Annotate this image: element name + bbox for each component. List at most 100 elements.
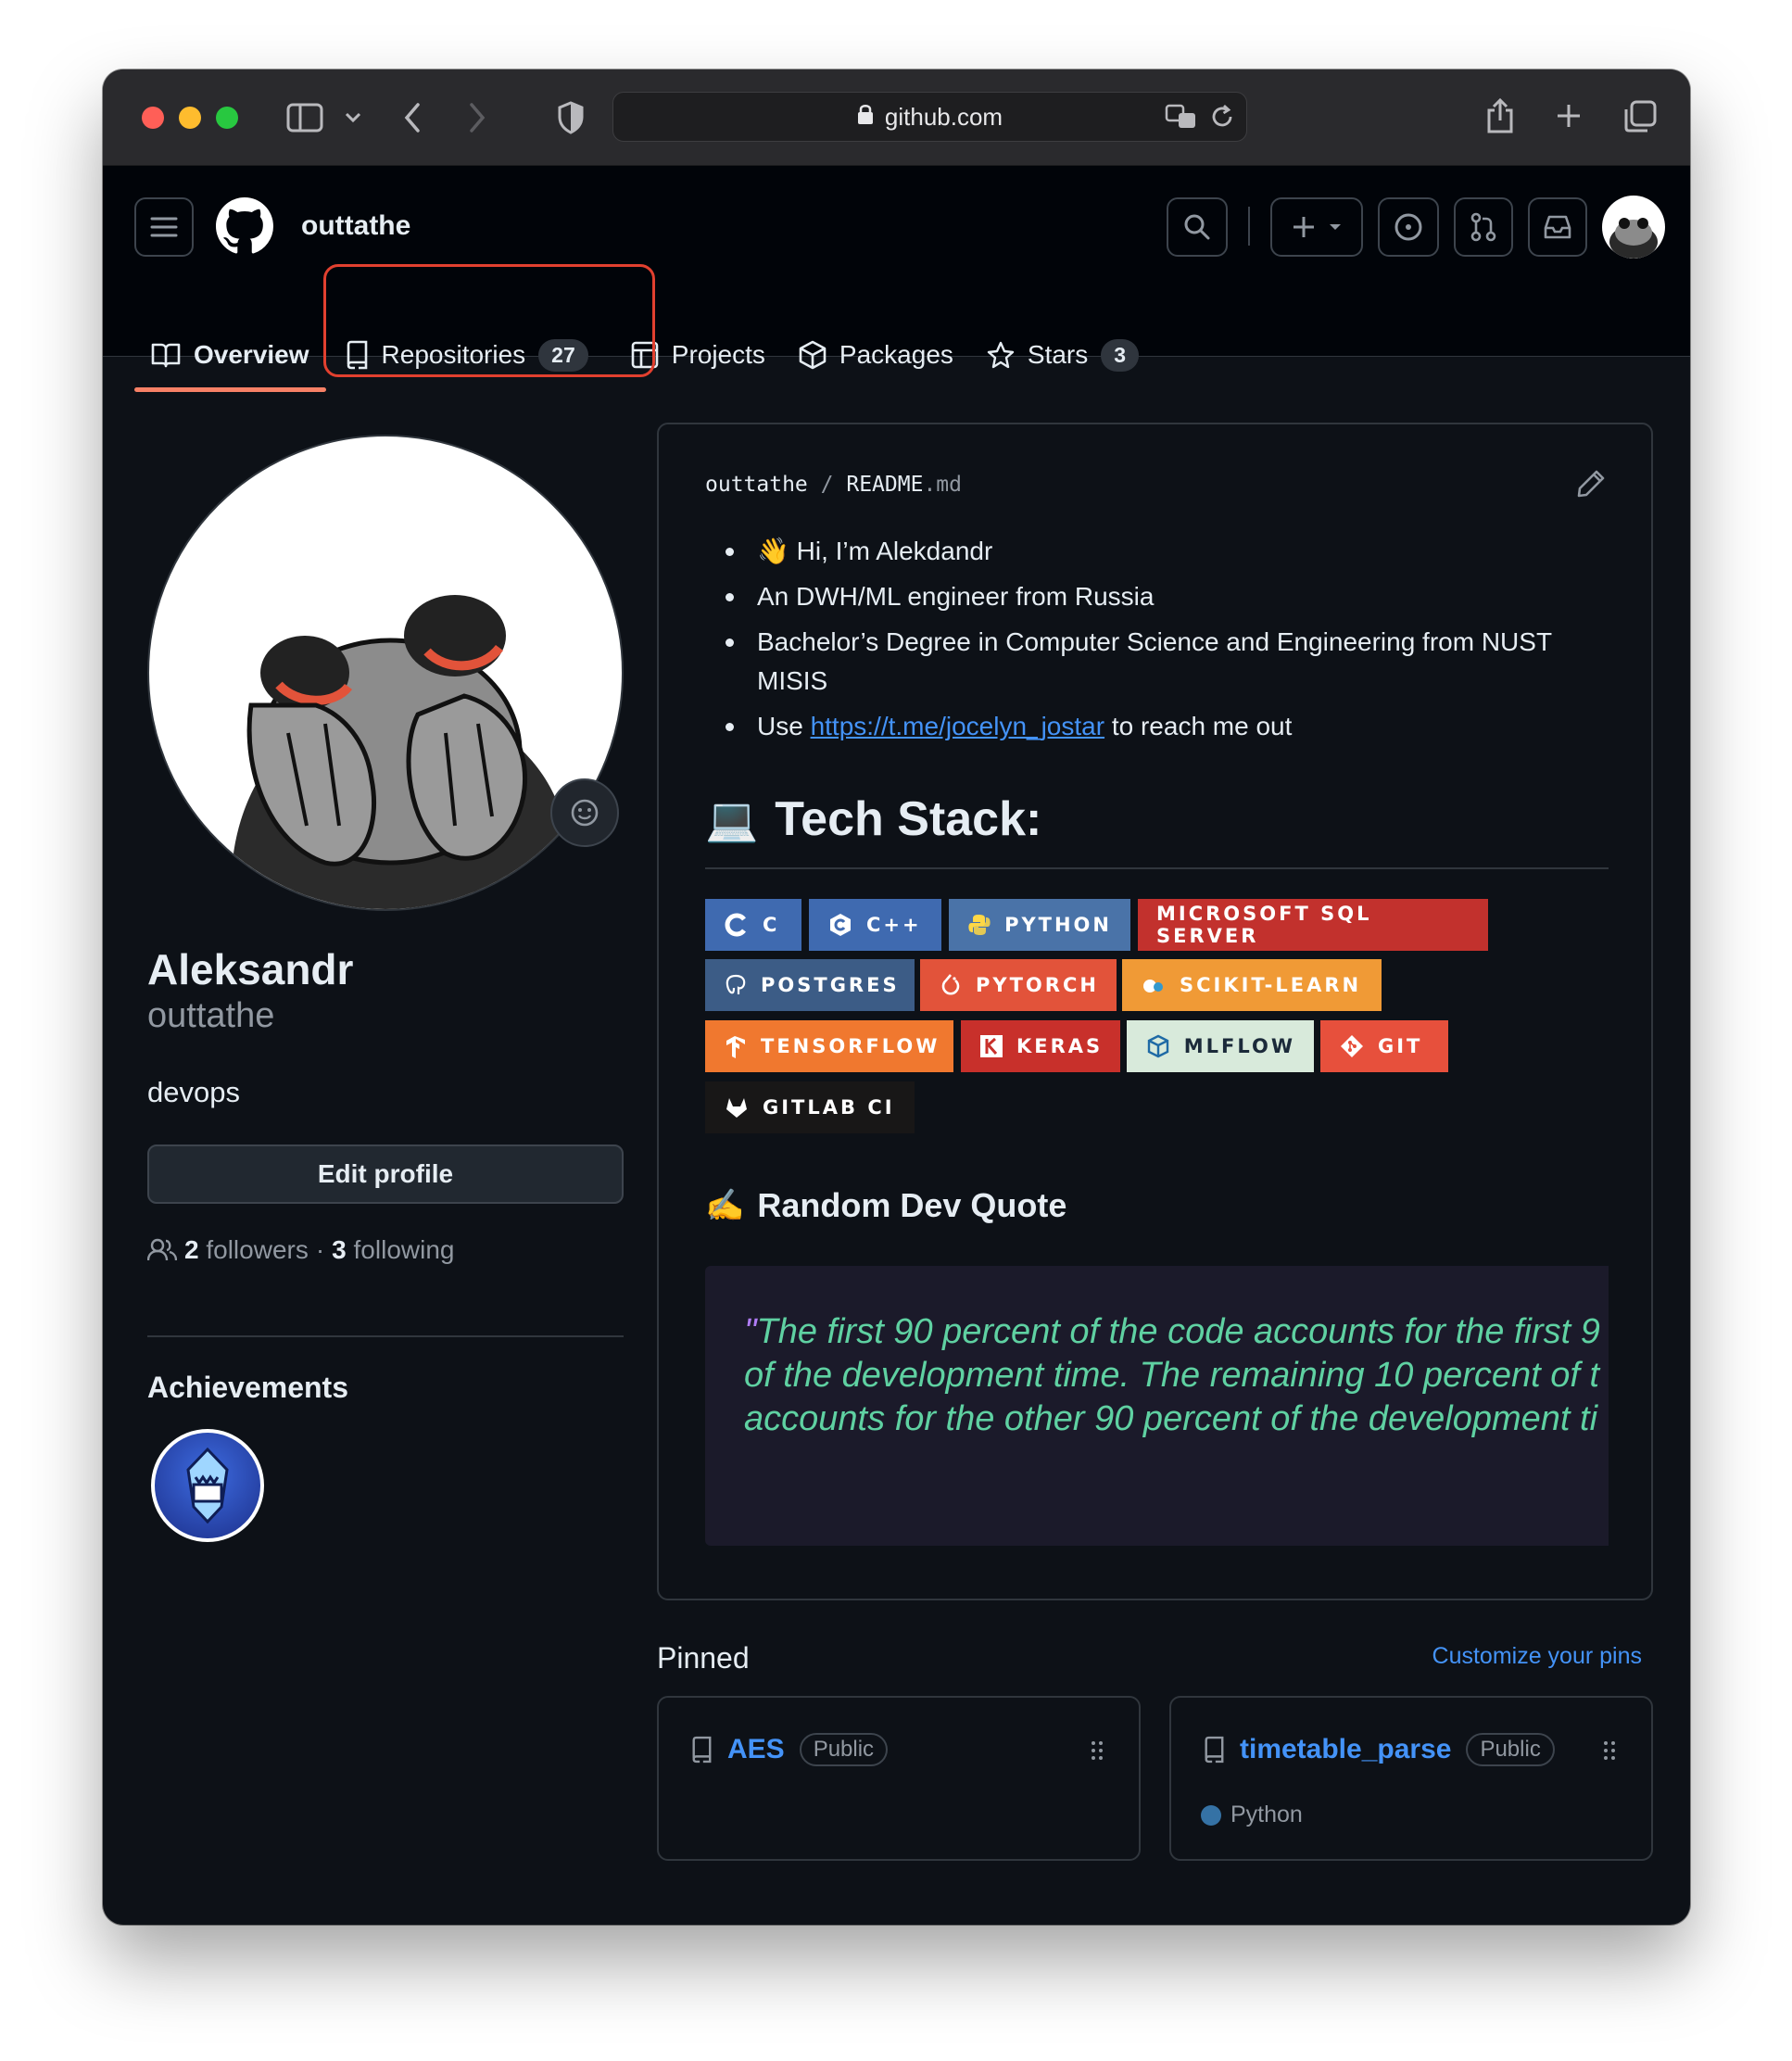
badge-python[interactable]: PYTHON	[949, 899, 1130, 951]
badge-label: GIT	[1378, 1035, 1423, 1057]
quote-body: The first 90 percent of the code account…	[744, 1312, 1600, 1438]
visibility-badge: Public	[1466, 1733, 1555, 1766]
quote-heading-title: Random Dev Quote	[757, 1186, 1067, 1224]
badge-mlflow[interactable]: MLFLOW	[1127, 1020, 1314, 1072]
badge-c[interactable]: C	[705, 899, 801, 951]
tab-packages-label: Packages	[839, 340, 953, 369]
badge-label: POSTGRES	[761, 974, 900, 996]
badge-pytorch[interactable]: PYTORCH	[920, 959, 1117, 1011]
pinned-title: Pinned	[657, 1641, 750, 1675]
c-logo-icon	[724, 912, 750, 938]
quote-heading: ✍️ Random Dev Quote	[705, 1186, 1066, 1225]
badge-mssql[interactable]: MICROSOFT SQL SERVER	[1138, 899, 1488, 951]
tab-overview-icon[interactable]	[1622, 99, 1658, 134]
create-new-button[interactable]	[1270, 197, 1363, 257]
readme-filename: README	[846, 473, 924, 497]
back-icon[interactable]	[399, 99, 425, 136]
close-window-button[interactable]	[142, 107, 164, 129]
badge-label: KERAS	[1016, 1035, 1104, 1057]
reload-icon[interactable]	[1209, 104, 1235, 136]
pinned-repo-card: timetable_parse Public Python	[1169, 1696, 1653, 1861]
chevron-down-icon[interactable]	[342, 105, 364, 131]
tensorflow-logo-icon	[724, 1033, 748, 1059]
telegram-link[interactable]: https://t.me/jocelyn_jostar	[811, 712, 1104, 740]
language-color-dot	[1201, 1804, 1221, 1826]
badge-label: C++	[866, 914, 922, 936]
badge-keras[interactable]: KERAS	[961, 1020, 1120, 1072]
address-bar[interactable]: github.com	[612, 92, 1247, 142]
pencil-icon[interactable]	[1576, 469, 1606, 503]
inbox-button[interactable]	[1528, 197, 1587, 257]
minimize-window-button[interactable]	[179, 107, 201, 129]
quote-text: "The first 90 percent of the code accoun…	[744, 1310, 1609, 1441]
browser-window: github.com outtathe Overview Repositorie…	[103, 70, 1690, 1925]
tech-stack-heading: 💻 Tech Stack:	[705, 791, 1041, 847]
set-status-button[interactable]	[550, 778, 619, 847]
badge-label: MICROSOFT SQL SERVER	[1156, 903, 1372, 947]
badge-git[interactable]: GIT	[1320, 1020, 1448, 1072]
user-avatar[interactable]	[1602, 196, 1665, 259]
hamburger-menu-button[interactable]	[134, 197, 194, 257]
tech-stack-title: Tech Stack:	[775, 792, 1042, 846]
badge-label: GITLAB CI	[763, 1096, 895, 1119]
people-icon	[147, 1238, 177, 1261]
badge-postgres[interactable]: POSTGRES	[705, 959, 915, 1011]
badge-cpp[interactable]: C++	[809, 899, 941, 951]
pull-requests-button[interactable]	[1454, 197, 1513, 257]
readme-owner[interactable]: outtathe	[705, 473, 808, 497]
issues-button[interactable]	[1378, 197, 1439, 257]
pinned-repo-card: AES Public	[657, 1696, 1141, 1861]
python-logo-icon	[967, 912, 991, 938]
repo-icon	[1205, 1736, 1224, 1764]
tab-packages[interactable]: Packages	[782, 322, 970, 388]
following-count: 3	[332, 1235, 347, 1264]
repo-icon	[692, 1736, 712, 1764]
achievement-badge[interactable]	[151, 1429, 264, 1542]
badge-gitlab-ci[interactable]: GITLAB CI	[705, 1081, 915, 1133]
privacy-shield-icon[interactable]	[555, 99, 587, 136]
github-header: outtathe Overview Repositories 27 Projec…	[103, 166, 1690, 392]
badge-scikit-learn[interactable]: SCIKIT-LEARN	[1122, 959, 1382, 1011]
heading-rule	[705, 867, 1609, 869]
following-label: following	[353, 1235, 455, 1264]
share-icon[interactable]	[1483, 95, 1517, 136]
profile-avatar[interactable]	[147, 435, 624, 911]
following-link[interactable]: 3 following	[332, 1235, 454, 1265]
profile-name: Aleksandr	[147, 945, 354, 993]
search-button[interactable]	[1167, 197, 1228, 257]
edit-profile-button[interactable]: Edit profile	[147, 1144, 624, 1204]
profile-login: outtathe	[147, 996, 275, 1035]
url-text: github.com	[884, 102, 1003, 131]
badge-label: SCIKIT-LEARN	[1180, 974, 1362, 996]
inbox-icon	[1544, 215, 1571, 239]
translate-icon[interactable]	[1165, 104, 1198, 136]
pinned-repo-name[interactable]: AES	[727, 1734, 785, 1765]
contact-prefix: Use	[757, 712, 811, 740]
scikit-logo-icon	[1141, 972, 1167, 998]
github-logo-icon[interactable]	[216, 197, 273, 259]
followers-count: 2	[184, 1235, 199, 1264]
forward-icon[interactable]	[464, 99, 490, 136]
header-username[interactable]: outtathe	[301, 210, 410, 242]
followers-link[interactable]: 2 followers	[184, 1235, 309, 1265]
drag-handle-icon[interactable]	[1091, 1740, 1104, 1765]
customize-pins-link[interactable]: Customize your pins	[1432, 1643, 1642, 1670]
package-icon	[799, 340, 827, 370]
tab-stars[interactable]: Stars 3	[970, 322, 1155, 388]
cpp-logo-icon	[827, 912, 853, 938]
badge-tensorflow[interactable]: TENSORFLOW	[705, 1020, 953, 1072]
achievements-title: Achievements	[147, 1371, 348, 1404]
tab-overview[interactable]: Overview	[134, 322, 326, 392]
dev-quote-card: "The first 90 percent of the code accoun…	[705, 1266, 1609, 1546]
caret-down-icon	[1330, 224, 1341, 230]
sidebar-toggle-icon[interactable]	[284, 101, 325, 134]
new-tab-icon[interactable]	[1554, 101, 1584, 131]
header-divider	[1248, 207, 1250, 246]
readme-path: outtathe / README.md	[705, 473, 962, 497]
zoom-window-button[interactable]	[216, 107, 238, 129]
repo-language: Python	[1201, 1802, 1303, 1828]
drag-handle-icon[interactable]	[1603, 1740, 1616, 1765]
gitlab-logo-icon	[724, 1094, 750, 1120]
search-icon	[1184, 214, 1210, 240]
pinned-repo-name[interactable]: timetable_parse	[1240, 1734, 1451, 1765]
